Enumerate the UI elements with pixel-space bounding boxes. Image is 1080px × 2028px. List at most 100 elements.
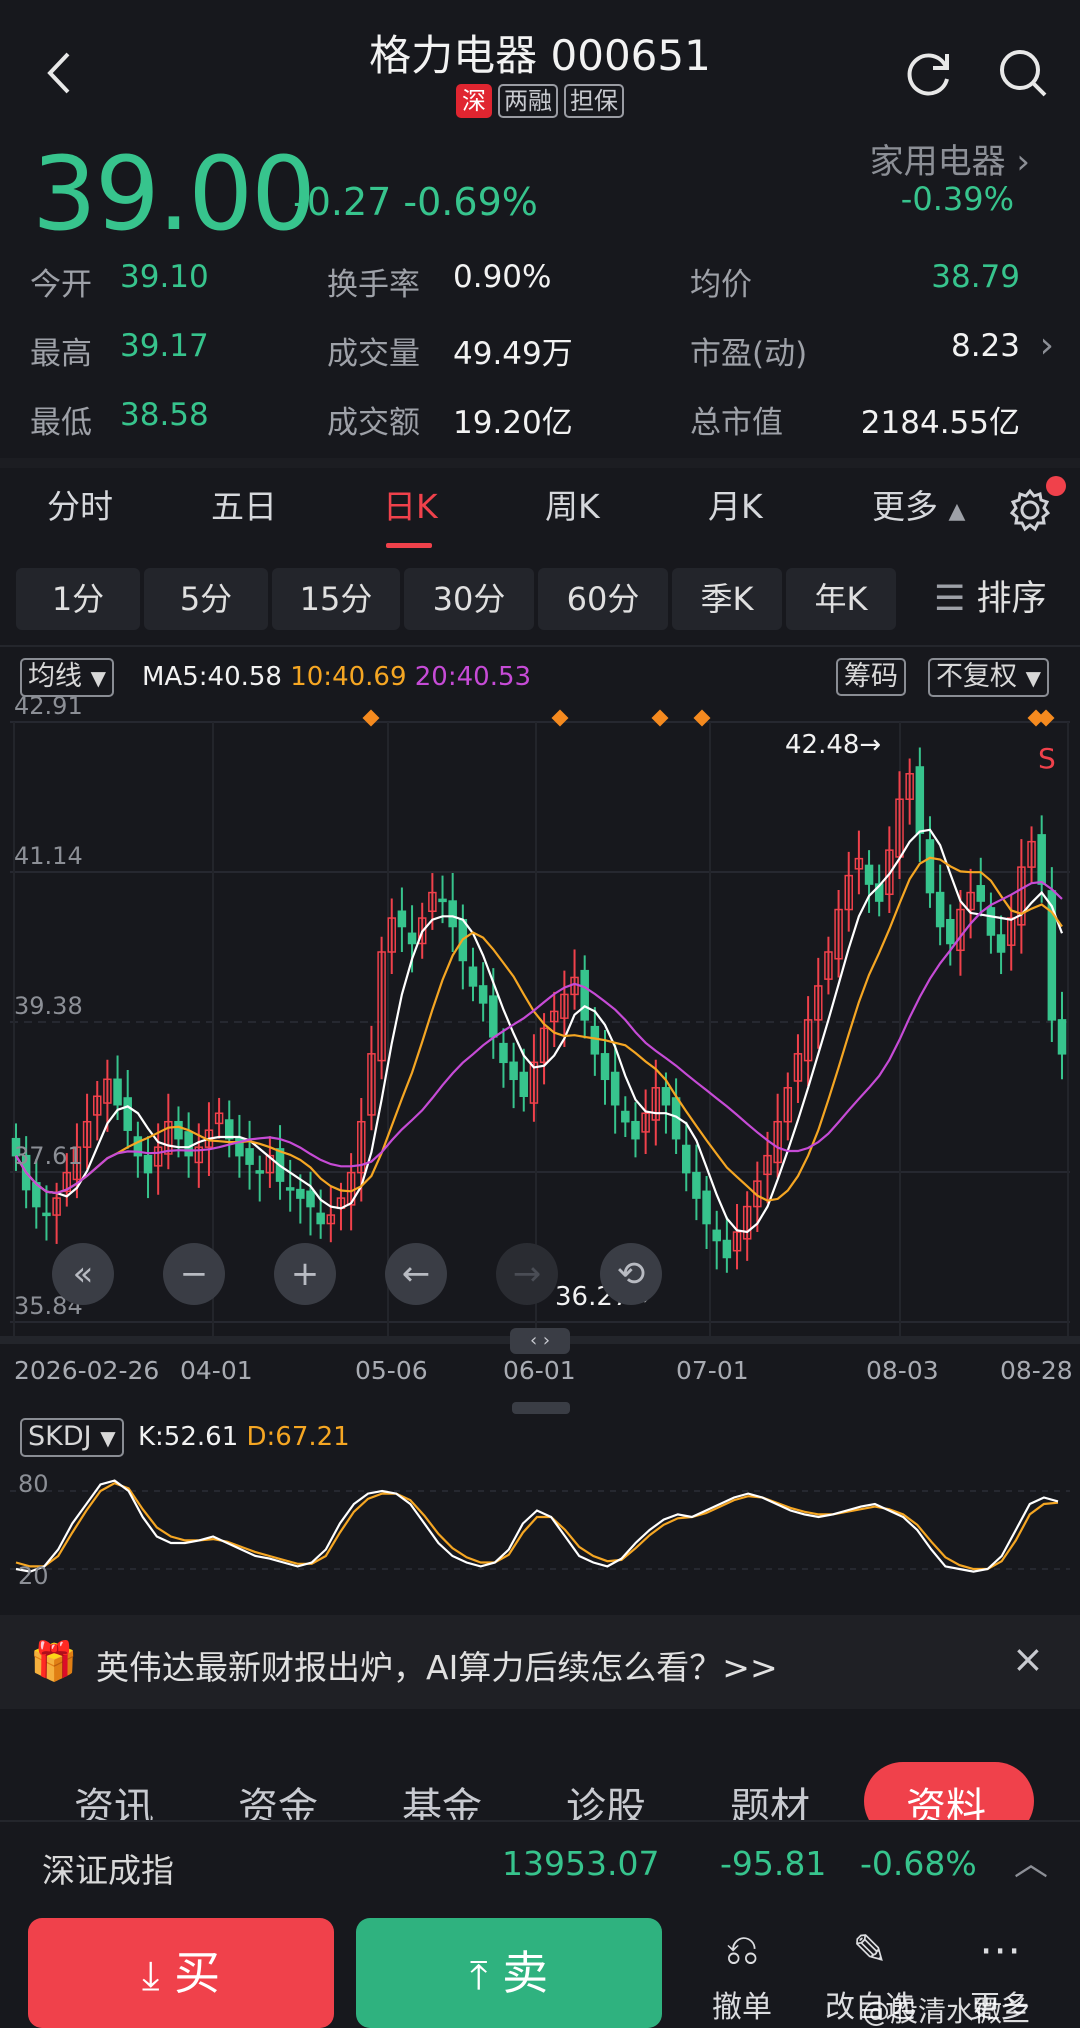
drag-handle-icon: ‹ › [529,1330,551,1351]
search-button[interactable] [995,45,1051,101]
gear-icon [1009,488,1051,532]
scroll-right-button[interactable]: → [496,1243,558,1305]
skdj-chart[interactable] [0,1455,1080,1605]
refresh-button[interactable] [900,45,956,101]
d-line [15,1481,1059,1571]
candle-body [864,864,874,885]
quote-label: 成交量 [327,336,420,372]
x-date-label: 04-01 [180,1356,253,1385]
k-line [15,1479,1059,1573]
quote-value: 39.10 [120,259,209,295]
sort-button[interactable]: ☰ 排序 [934,568,1047,630]
zoom-out-button[interactable]: − [163,1243,225,1305]
quote-label: 最低 [30,405,92,441]
y-tick-label: 37.61 [14,1142,83,1170]
collateral-tag: 担保 [564,84,624,118]
x-date-label: 2026-02-26 [14,1356,160,1385]
period-high-label: 42.48→ [785,730,882,760]
quote-label: 最高 [30,336,92,372]
chevron-right-icon[interactable]: › [1040,325,1054,366]
candle-body [692,1171,701,1199]
signal-dot [693,709,711,727]
buy-button[interactable]: ⤓ 买 [28,1918,334,2028]
quote-label: 换手率 [327,267,420,303]
d-value: D:67.21 [246,1422,350,1452]
candle-body [489,995,498,1038]
period-60min[interactable]: 60分 [538,568,668,630]
candle-body [296,1188,305,1199]
scroll-start-button[interactable]: « [52,1243,114,1305]
x-date-label: 08-03 [866,1356,939,1385]
signal-dot [651,709,669,727]
period-5min[interactable]: 5分 [144,568,268,630]
candle-body [225,1119,234,1140]
quote-value: 38.79 [931,259,1020,295]
period-1min[interactable]: 1分 [16,568,140,630]
candle-body [438,898,447,903]
x-date-label: 08-28 [1000,1356,1073,1385]
quote-value: 38.58 [120,397,209,433]
tab-daily-k[interactable]: 日K [383,480,438,528]
candle-body [610,1071,620,1106]
price-change: -0.27 -0.69% [293,180,538,224]
chevron-up-icon[interactable]: ︿ [1014,1836,1048,1885]
quote-value: 19.20亿 [453,405,573,441]
period-30min[interactable]: 30分 [404,568,534,630]
minus-icon: − [179,1254,209,1294]
quote-label: 市盈(动) [690,336,808,372]
x-date-label: 06-01 [503,1356,576,1385]
chip-distribution-button[interactable]: 筹码 [836,658,906,696]
close-icon[interactable]: × [1012,1637,1044,1681]
quote-label: 均价 [690,267,752,303]
dropdown-triangle-icon: ▼ [1025,666,1041,690]
refresh-icon [907,53,949,96]
chart-settings-button[interactable] [1006,476,1066,534]
period-year[interactable]: 年K [786,568,896,630]
candle-body [661,1087,671,1106]
index-bar[interactable]: 深证成指 13953.07 -95.81 -0.68% ︿ [0,1820,1080,1906]
promo-banner[interactable]: 🎁 英伟达最新财报出炉，AI算力后续怎么看？>> × [0,1615,1080,1709]
candlestick-chart[interactable] [0,700,1080,1420]
tab-weekly-k[interactable]: 周K [545,480,600,528]
candle-body [174,1120,183,1140]
candle-body [915,766,925,834]
industry-link[interactable]: 家用电器 › [870,134,1030,183]
tab-five-day[interactable]: 五日 [211,480,277,528]
cancel-order-button[interactable]: ⎌ 撤单 [682,1918,802,2026]
quote-value: 2184.55亿 [860,405,1020,441]
signal-dot [551,709,569,727]
menu-icon: ☰ [934,579,966,619]
chevron-right-icon: › [1016,142,1030,182]
candle-body [397,910,407,928]
scroll-left-button[interactable]: ← [385,1243,447,1305]
sub-y-tick: 80 [18,1470,49,1498]
rotate-button[interactable]: ⟲ [600,1243,662,1305]
adjust-dropdown[interactable]: 不复权 ▼ [928,658,1049,697]
scroll-handle[interactable]: ‹ › [510,1328,570,1354]
margin-tag: 两融 [498,84,558,118]
candle-body [702,1190,711,1225]
sell-button[interactable]: ⤒ 卖 [356,1918,662,2028]
candle-body [682,1144,691,1174]
panel-resize-handle[interactable] [512,1402,570,1414]
candle-body [925,839,935,894]
tab-monthly-k[interactable]: 月K [708,480,763,528]
dropdown-triangle-icon: ▼ [90,666,106,690]
period-quarter[interactable]: 季K [672,568,782,630]
zoom-in-button[interactable]: + [274,1243,336,1305]
tab-timeshare[interactable]: 分时 [47,480,113,528]
index-value: 13953.07 [502,1844,660,1883]
candle-body [509,1061,518,1081]
rotate-screen-icon: ⟲ [616,1254,646,1294]
tab-more[interactable]: 更多 ▲ [872,480,965,528]
signal-dot [362,709,380,727]
candle-body [143,1154,153,1174]
quote-grid: 今开 39.10 换手率 0.90% 均价 38.79 最高 39.17 成交量… [0,255,1080,441]
sub-indicator-dropdown[interactable]: SKDJ ▼ [20,1418,124,1457]
promo-text: 英伟达最新财报出炉，AI算力后续怎么看？>> [96,1648,778,1687]
candle-body [113,1078,122,1106]
period-15min[interactable]: 15分 [272,568,400,630]
quote-label: 今开 [30,267,92,303]
candle-body [621,1110,630,1123]
y-tick-label: 39.38 [14,992,83,1020]
